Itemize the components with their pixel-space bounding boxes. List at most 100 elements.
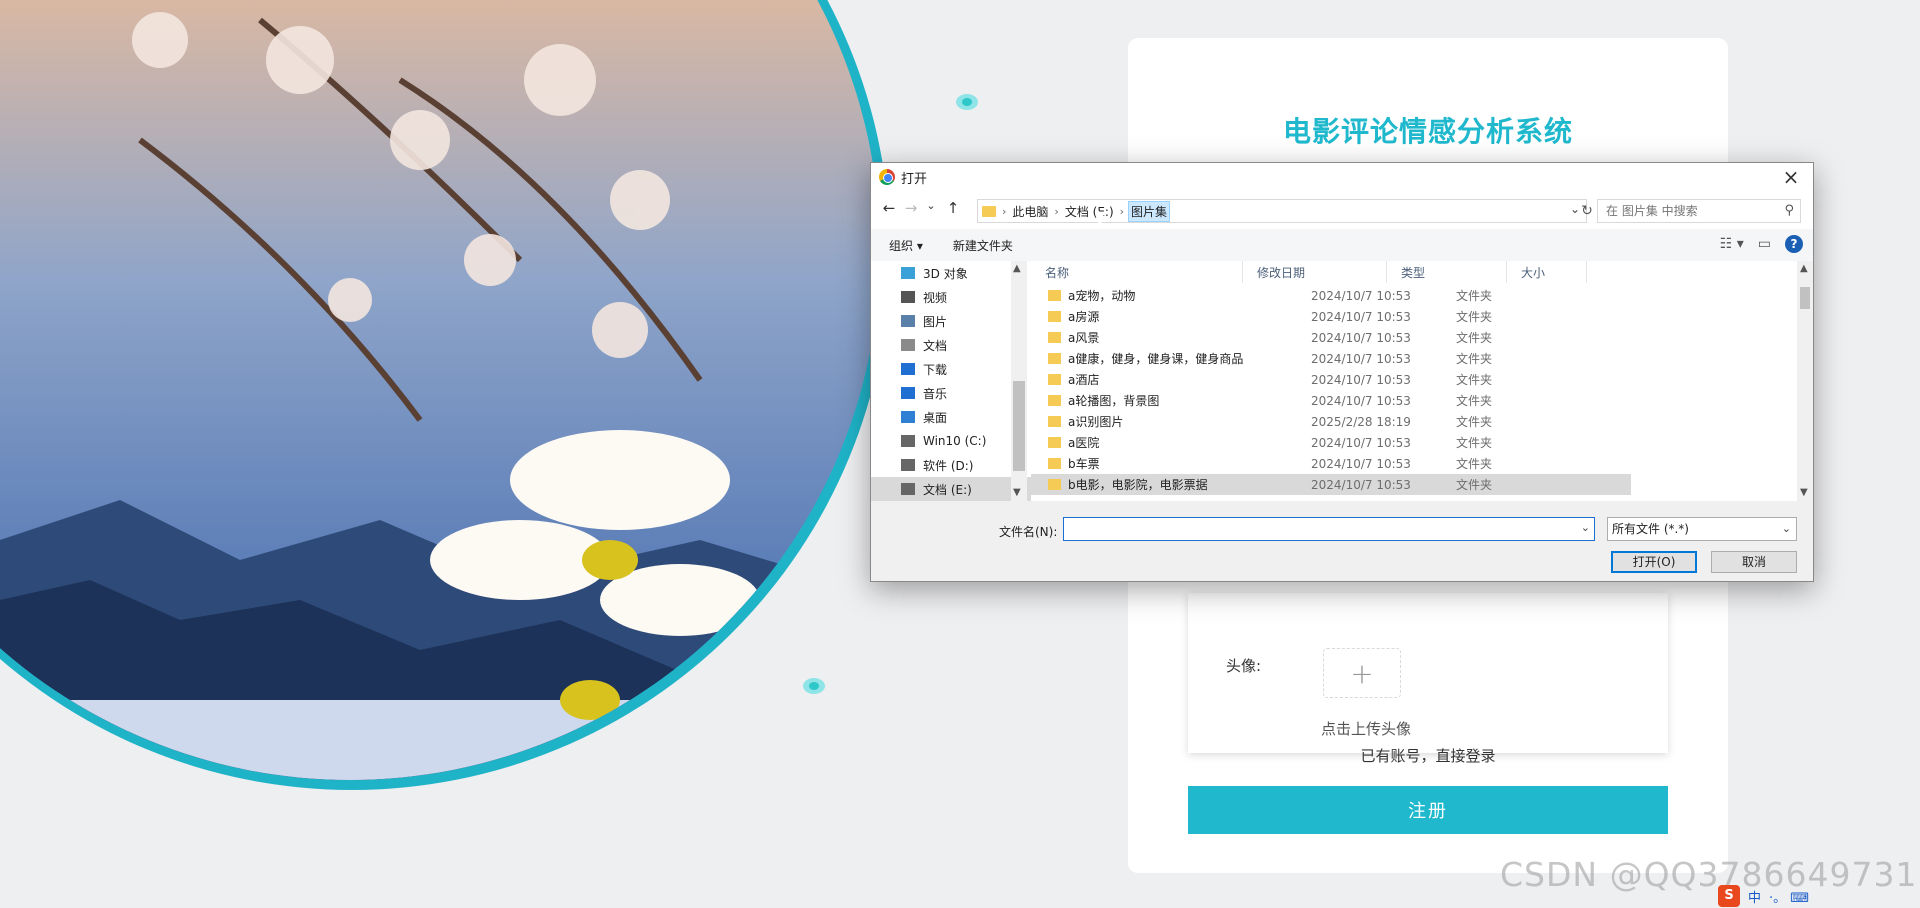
- file-name: a健康，健身，健身课，健身商品: [1068, 352, 1244, 366]
- folder-icon: [1048, 353, 1061, 364]
- search-icon[interactable]: ⚲: [1784, 203, 1794, 218]
- chevron-down-icon[interactable]: ⌄: [1581, 521, 1590, 534]
- folder-icon: [1048, 290, 1061, 301]
- nav-item-label: 软件 (D:): [923, 458, 974, 473]
- file-name: a轮播图，背景图: [1068, 394, 1160, 408]
- chevron-down-icon[interactable]: ⌄: [1782, 518, 1791, 540]
- refresh-icon[interactable]: ↻: [1577, 199, 1597, 223]
- file-type-select[interactable]: 所有文件 (*.*) ⌄: [1607, 517, 1797, 541]
- sogou-ime-icon[interactable]: S: [1718, 885, 1740, 907]
- file-date: 2024/10/7 10:53: [1311, 456, 1411, 471]
- dialog-footer: 文件名(N): ⌄ 所有文件 (*.*) ⌄ 打开(O) 取消: [871, 501, 1813, 583]
- ime-mode[interactable]: 中: [1748, 887, 1761, 906]
- file-row[interactable]: a宠物，动物 2024/10/7 10:53 文件夹: [1031, 285, 1631, 306]
- nav-item[interactable]: 下载: [871, 357, 1031, 381]
- file-date: 2025/2/28 18:19: [1311, 414, 1411, 429]
- file-row[interactable]: a房源 2024/10/7 10:53 文件夹: [1031, 306, 1631, 327]
- file-date: 2024/10/7 10:53: [1311, 372, 1411, 387]
- nav-item-label: 音乐: [923, 386, 948, 401]
- system-tray: S 中 ·。 ⌨: [1710, 884, 1920, 908]
- file-name: b电影，电影院，电影票据: [1068, 478, 1208, 492]
- nav-item-label: 3D 对象: [923, 266, 968, 281]
- folder-icon: [1048, 332, 1061, 343]
- avatar-upload-button[interactable]: +: [1323, 648, 1401, 698]
- file-name: b车票: [1068, 457, 1100, 471]
- file-row[interactable]: a轮播图，背景图 2024/10/7 10:53 文件夹: [1031, 390, 1631, 411]
- nav-item[interactable]: 视频: [871, 285, 1031, 309]
- help-icon[interactable]: ?: [1785, 235, 1803, 253]
- nav-item[interactable]: Win10 (C:): [871, 429, 1031, 453]
- file-date: 2024/10/7 10:53: [1311, 351, 1411, 366]
- documents-icon: [901, 339, 915, 351]
- nav-item[interactable]: 文档: [871, 333, 1031, 357]
- file-scrollbar[interactable]: ▲ ▼: [1797, 261, 1813, 501]
- file-row[interactable]: a医院 2024/10/7 10:53 文件夹: [1031, 432, 1631, 453]
- file-row[interactable]: b电影，电影院，电影票据 2024/10/7 10:53 文件夹: [1031, 474, 1631, 495]
- nav-item-label: Win10 (C:): [923, 434, 987, 448]
- cancel-button[interactable]: 取消: [1711, 551, 1797, 573]
- chrome-icon: [879, 169, 895, 185]
- file-name: a识别图片: [1068, 415, 1124, 429]
- register-button[interactable]: 注册: [1188, 786, 1668, 834]
- folder-icon: [1048, 437, 1061, 448]
- file-row[interactable]: b车票 2024/10/7 10:53 文件夹: [1031, 453, 1631, 474]
- download-icon: [901, 363, 915, 375]
- column-header-date[interactable]: 修改日期: [1243, 261, 1387, 283]
- file-date: 2024/10/7 10:53: [1311, 309, 1411, 324]
- avatar-upload-section: 头像: + 点击上传头像: [1188, 593, 1668, 753]
- breadcrumb-this-pc[interactable]: 此电脑: [1010, 202, 1050, 221]
- close-icon[interactable]: ×: [1779, 165, 1803, 189]
- tray-icons[interactable]: ·。 ⌨: [1769, 887, 1809, 906]
- new-folder-button[interactable]: 新建文件夹: [953, 237, 1013, 254]
- file-type: 文件夹: [1456, 373, 1493, 387]
- search-input[interactable]: [1598, 200, 1768, 222]
- folder-icon: [1048, 479, 1061, 490]
- dialog-titlebar[interactable]: 打开 ×: [871, 163, 1813, 191]
- column-header-type[interactable]: 类型: [1387, 261, 1507, 283]
- back-arrow-icon[interactable]: ←: [879, 199, 899, 217]
- file-list: a宠物，动物 2024/10/7 10:53 文件夹 a房源 2024/10/7 10:…: [1031, 285, 1631, 495]
- folder-icon: [1048, 395, 1061, 406]
- breadcrumb-current-folder[interactable]: 图片集: [1128, 200, 1171, 222]
- file-name: a宠物，动物: [1068, 289, 1136, 303]
- nav-item[interactable]: 软件 (D:): [871, 453, 1031, 477]
- recent-locations-icon[interactable]: ⌄: [921, 199, 941, 212]
- nav-item[interactable]: 3D 对象: [871, 261, 1031, 285]
- nav-item-label: 文档: [923, 338, 948, 353]
- file-date: 2024/10/7 10:53: [1311, 477, 1411, 492]
- login-link[interactable]: 已有账号，直接登录: [1128, 745, 1728, 766]
- organize-menu[interactable]: 组织 ▾: [889, 237, 923, 254]
- 3d-objects-icon: [901, 267, 915, 279]
- file-date: 2024/10/7 10:53: [1311, 393, 1411, 408]
- column-header-name[interactable]: 名称: [1031, 261, 1243, 283]
- nav-item-label: 下载: [923, 362, 948, 377]
- pictures-icon: [901, 315, 915, 327]
- nav-item[interactable]: 图片: [871, 309, 1031, 333]
- address-bar[interactable]: › 此电脑 › 文档 (E:) › 图片集 ⌄: [977, 199, 1587, 223]
- file-row[interactable]: a风景 2024/10/7 10:53 文件夹: [1031, 327, 1631, 348]
- nav-item[interactable]: 文档 (E:): [871, 477, 1031, 501]
- nav-item[interactable]: 音乐: [871, 381, 1031, 405]
- file-row[interactable]: a识别图片 2025/2/28 18:19 文件夹: [1031, 411, 1631, 432]
- avatar-label: 头像:: [1226, 657, 1262, 675]
- drive-icon: [901, 483, 915, 495]
- preview-pane-icon[interactable]: ▭: [1758, 236, 1771, 252]
- file-date: 2024/10/7 10:53: [1311, 288, 1411, 303]
- column-header-size[interactable]: 大小: [1507, 261, 1587, 283]
- nav-item[interactable]: 桌面: [871, 405, 1031, 429]
- file-type: 文件夹: [1456, 352, 1493, 366]
- file-type: 文件夹: [1456, 436, 1493, 450]
- nav-scrollbar[interactable]: ▲ ▼: [1011, 261, 1027, 501]
- nav-item-label: 文档 (E:): [923, 482, 972, 497]
- nav-item-label: 视频: [923, 290, 948, 305]
- filename-input[interactable]: [1064, 518, 1564, 540]
- file-row[interactable]: a健康，健身，健身课，健身商品 2024/10/7 10:53 文件夹: [1031, 348, 1631, 369]
- up-arrow-icon[interactable]: ↑: [943, 199, 963, 217]
- file-row[interactable]: a酒店 2024/10/7 10:53 文件夹: [1031, 369, 1631, 390]
- open-button[interactable]: 打开(O): [1611, 551, 1697, 573]
- forward-arrow-icon[interactable]: →: [901, 199, 921, 217]
- search-box[interactable]: ⚲: [1597, 199, 1801, 223]
- filename-field[interactable]: ⌄: [1063, 517, 1595, 541]
- view-options-icon[interactable]: ☷ ▾: [1720, 236, 1744, 252]
- breadcrumb-drive-e[interactable]: 文档 (E:): [1063, 202, 1116, 221]
